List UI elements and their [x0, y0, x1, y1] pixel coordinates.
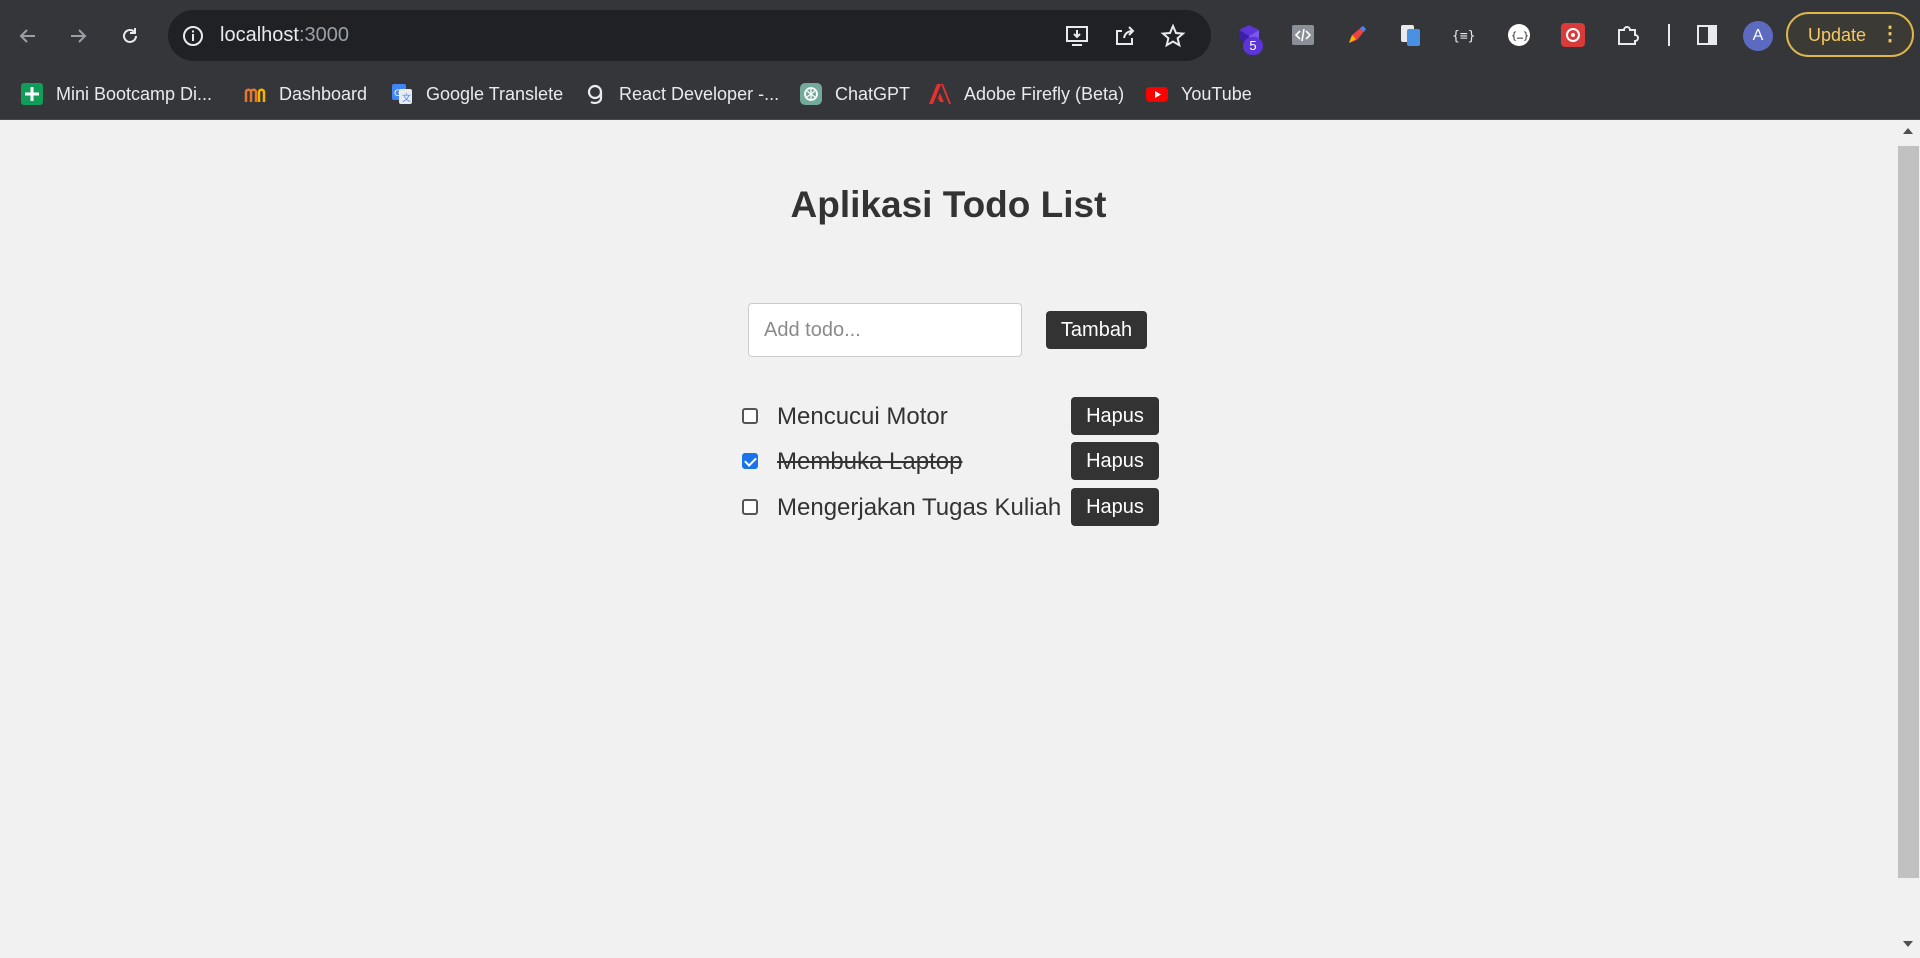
extensions-puzzle-icon[interactable] [1612, 20, 1642, 50]
arrow-left-icon [19, 29, 35, 43]
react-dev-icon [583, 82, 607, 106]
bookmark-star-icon[interactable] [1160, 23, 1186, 49]
chatgpt-icon [799, 82, 823, 106]
url-text[interactable]: localhost:3000 [220, 24, 349, 47]
forward-button[interactable] [61, 19, 95, 53]
bookmark-label: Dashboard [279, 83, 368, 104]
bookmark-label: Adobe Firefly (Beta) [964, 83, 1125, 104]
bookmark-item[interactable]: G文 Google Translete [390, 80, 563, 108]
extension-badge: 5 [1243, 37, 1263, 55]
scroll-up-arrow-icon[interactable] [1903, 128, 1913, 134]
back-button[interactable] [11, 19, 45, 53]
arrow-right-icon [71, 29, 87, 43]
bookmark-label: Google Translete [426, 83, 564, 104]
delete-todo-button[interactable]: Hapus [1071, 442, 1159, 480]
bookmark-item[interactable]: Mini Bootcamp Di... [20, 80, 212, 108]
code-extension-icon[interactable] [1288, 20, 1318, 50]
red-extension-icon[interactable] [1558, 20, 1588, 50]
page-viewport [0, 120, 1897, 958]
reload-button[interactable] [113, 19, 147, 53]
todo-input[interactable] [748, 303, 1022, 357]
share-icon[interactable] [1112, 23, 1138, 49]
delete-todo-button[interactable]: Hapus [1071, 488, 1159, 526]
todo-checkbox[interactable] [742, 408, 758, 424]
scroll-down-arrow-icon[interactable] [1903, 941, 1913, 947]
install-app-icon[interactable] [1064, 23, 1090, 49]
todo-text: Mengerjakan Tugas Kuliah [777, 494, 1062, 521]
svg-text:G: G [394, 89, 401, 99]
toolbar-divider [1668, 24, 1670, 46]
svg-text:{…}: {…} [1511, 31, 1529, 42]
svg-text:{≡}: {≡} [1452, 29, 1475, 44]
todo-checkbox-checked[interactable] [742, 453, 758, 469]
add-todo-button[interactable]: Tambah [1046, 311, 1147, 349]
adobe-icon [928, 82, 952, 106]
bookmark-item[interactable]: Dashboard [243, 80, 367, 108]
update-label: Update [1808, 25, 1867, 45]
svg-text:文: 文 [402, 92, 411, 104]
profile-avatar[interactable]: A [1743, 21, 1773, 51]
page-title: Aplikasi Todo List [790, 184, 1107, 225]
side-panel-icon[interactable] [1692, 20, 1722, 50]
bookmark-item[interactable]: ChatGPT [799, 80, 910, 108]
bookmark-item[interactable]: Adobe Firefly (Beta) [928, 80, 1124, 108]
menu-dots-icon[interactable]: ⋮ [1880, 23, 1900, 45]
dashboard-logo-icon [243, 82, 267, 106]
site-info-icon[interactable] [181, 24, 205, 48]
browser-toolbar: localhost:3000 5 {≡} {…} A Update ⋮ [0, 0, 1920, 71]
bookmark-item[interactable]: React Developer -... [583, 80, 779, 108]
google-translate-icon: G文 [390, 82, 414, 106]
update-button[interactable]: Update ⋮ [1786, 12, 1914, 57]
todo-text: Membuka Laptop [777, 448, 963, 475]
bookmark-label: ChatGPT [835, 83, 911, 104]
delete-todo-button[interactable]: Hapus [1071, 397, 1159, 435]
docs-extension-icon[interactable] [1396, 20, 1426, 50]
json-extension-icon[interactable]: {≡} [1450, 20, 1480, 50]
bookmark-item[interactable]: YouTube [1145, 80, 1252, 108]
google-sheets-icon [20, 82, 44, 106]
bookmark-label: React Developer -... [619, 83, 780, 104]
reload-icon [123, 28, 137, 43]
youtube-icon [1145, 82, 1169, 106]
url-port: :3000 [298, 24, 349, 46]
todo-checkbox[interactable] [742, 499, 758, 515]
bookmark-label: Mini Bootcamp Di... [56, 83, 213, 104]
todo-text: Mencucui Motor [777, 403, 948, 430]
url-host: localhost [220, 24, 299, 46]
scrollbar-thumb[interactable] [1898, 146, 1919, 878]
circle-code-extension-icon[interactable]: {…} [1504, 20, 1534, 50]
address-bar[interactable]: localhost:3000 [168, 10, 1211, 61]
bookmark-label: YouTube [1181, 83, 1252, 104]
pen-extension-icon[interactable] [1342, 20, 1372, 50]
bookmarks-bar: Mini Bootcamp Di... Dashboard G文 Google … [0, 71, 1920, 120]
